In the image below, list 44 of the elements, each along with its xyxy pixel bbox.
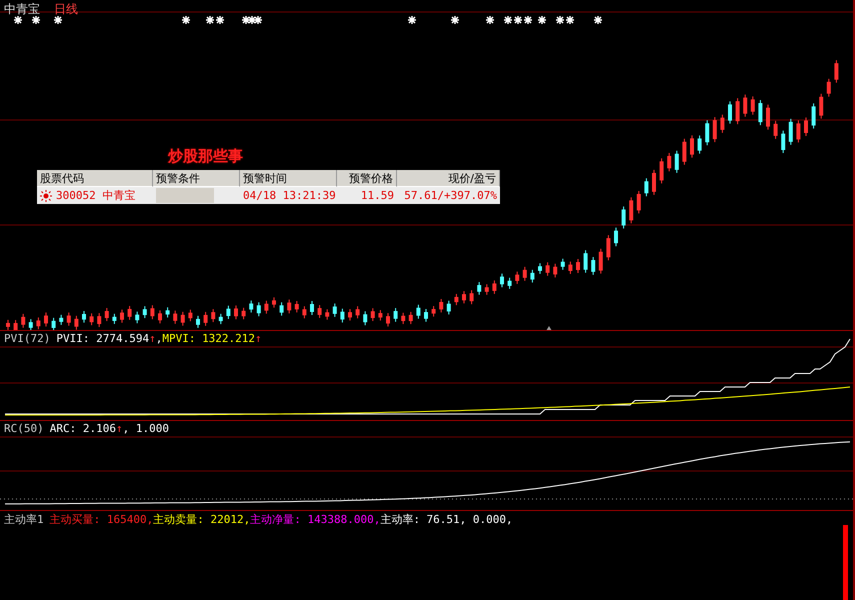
indicator-label: PVI(72): [4, 332, 50, 345]
star-marker: [523, 15, 533, 25]
period-label[interactable]: 日线: [54, 1, 78, 18]
up-arrow: ↑: [116, 422, 123, 435]
star-marker: [503, 15, 513, 25]
up-arrow: ↑: [255, 332, 262, 345]
indicator-value: ,: [156, 332, 162, 345]
indicator-label: RC(50): [4, 422, 44, 435]
table-cell-text: 04/18 13:21:39: [242, 188, 337, 204]
indicator-value: MPVI: 1322.212: [162, 332, 256, 345]
indicator-value: ARC: 2.106: [50, 422, 116, 435]
star-marker: [13, 15, 23, 25]
star-marker: [565, 15, 575, 25]
up-arrow: ↑: [149, 332, 156, 345]
stock-name: 中青宝: [4, 1, 40, 18]
table-cell-text: 11.59: [360, 188, 395, 204]
star-marker: [181, 15, 191, 25]
star-marker: [537, 15, 547, 25]
indicator-value: 主动买量: 165400,: [50, 512, 154, 527]
star-marker: [555, 15, 565, 25]
sun-icon: [40, 190, 52, 202]
table-cell: 300052 中青宝: [56, 188, 136, 203]
triangle-marker: [546, 326, 552, 330]
alert-title: 炒股那些事: [168, 147, 243, 166]
indicator-value: 主动净量: 143388.000,: [250, 512, 380, 527]
star-marker: [31, 15, 41, 25]
star-marker: [485, 15, 495, 25]
indicator-value: 主动率: 76.51, 0.000,: [380, 512, 513, 527]
blank-cell: [156, 188, 214, 203]
star-marker: [593, 15, 603, 25]
indicator-value: , 1.000: [122, 422, 169, 435]
star-marker: [253, 15, 263, 25]
indicator-label: 主动率1: [4, 512, 44, 527]
star-marker: [53, 15, 63, 25]
star-marker: [407, 15, 417, 25]
indicator-value: 主动卖量: 22012,: [153, 512, 250, 527]
table-cell-text: 57.61/+397.07%: [403, 188, 498, 204]
star-marker: [247, 15, 257, 25]
star-marker: [513, 15, 523, 25]
indicator-value: PVII: 2774.594: [56, 332, 150, 345]
star-marker: [215, 15, 225, 25]
star-marker: [241, 15, 251, 25]
star-marker: [205, 15, 215, 25]
star-marker: [450, 15, 460, 25]
